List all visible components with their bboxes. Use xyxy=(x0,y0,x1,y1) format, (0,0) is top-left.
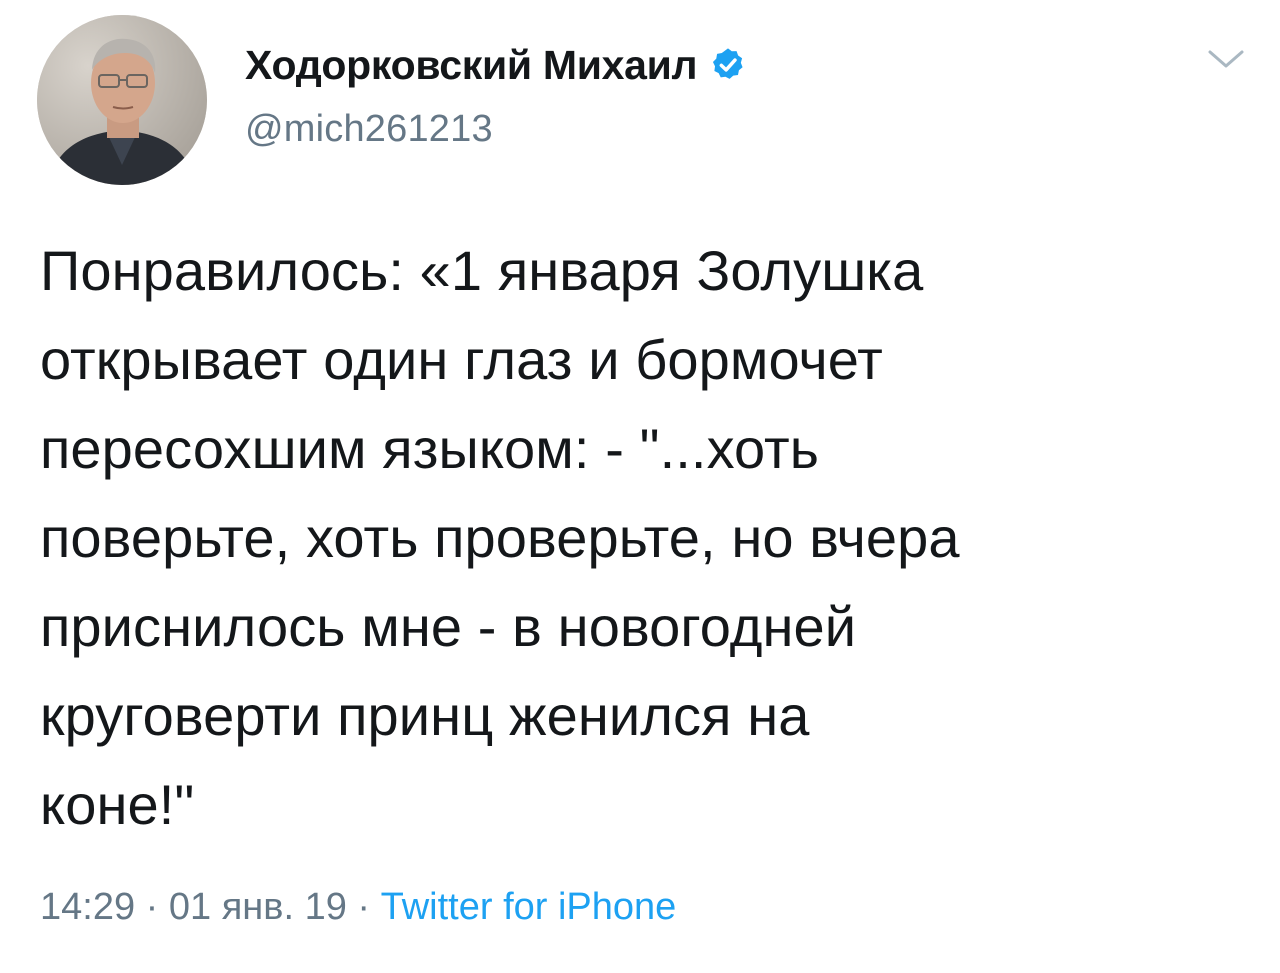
tweet-date[interactable]: 01 янв. 19 xyxy=(169,886,347,928)
author-avatar[interactable] xyxy=(37,15,207,185)
verified-badge-icon xyxy=(709,46,747,84)
tweet-source-link[interactable]: Twitter for iPhone xyxy=(381,886,677,928)
tweet-meta: 14:29 · 01 янв. 19 · Twitter for iPhone xyxy=(40,886,676,929)
tweet-text: Понравилось: «1 января Золушка открывает… xyxy=(40,239,960,836)
author-handle[interactable]: @mich261213 xyxy=(245,108,493,151)
author-display-name[interactable]: Ходорковский Михаил xyxy=(245,42,698,89)
tweet-time[interactable]: 14:29 xyxy=(40,886,135,928)
meta-separator: · xyxy=(346,886,381,928)
author-name-row[interactable]: Ходорковский Михаил xyxy=(245,40,747,90)
avatar-image xyxy=(37,15,207,185)
meta-separator: · xyxy=(135,886,169,928)
tweet-card: Ходорковский Михаил @mich261213 Понравил… xyxy=(0,0,1280,973)
chevron-down-icon[interactable] xyxy=(1206,48,1246,72)
